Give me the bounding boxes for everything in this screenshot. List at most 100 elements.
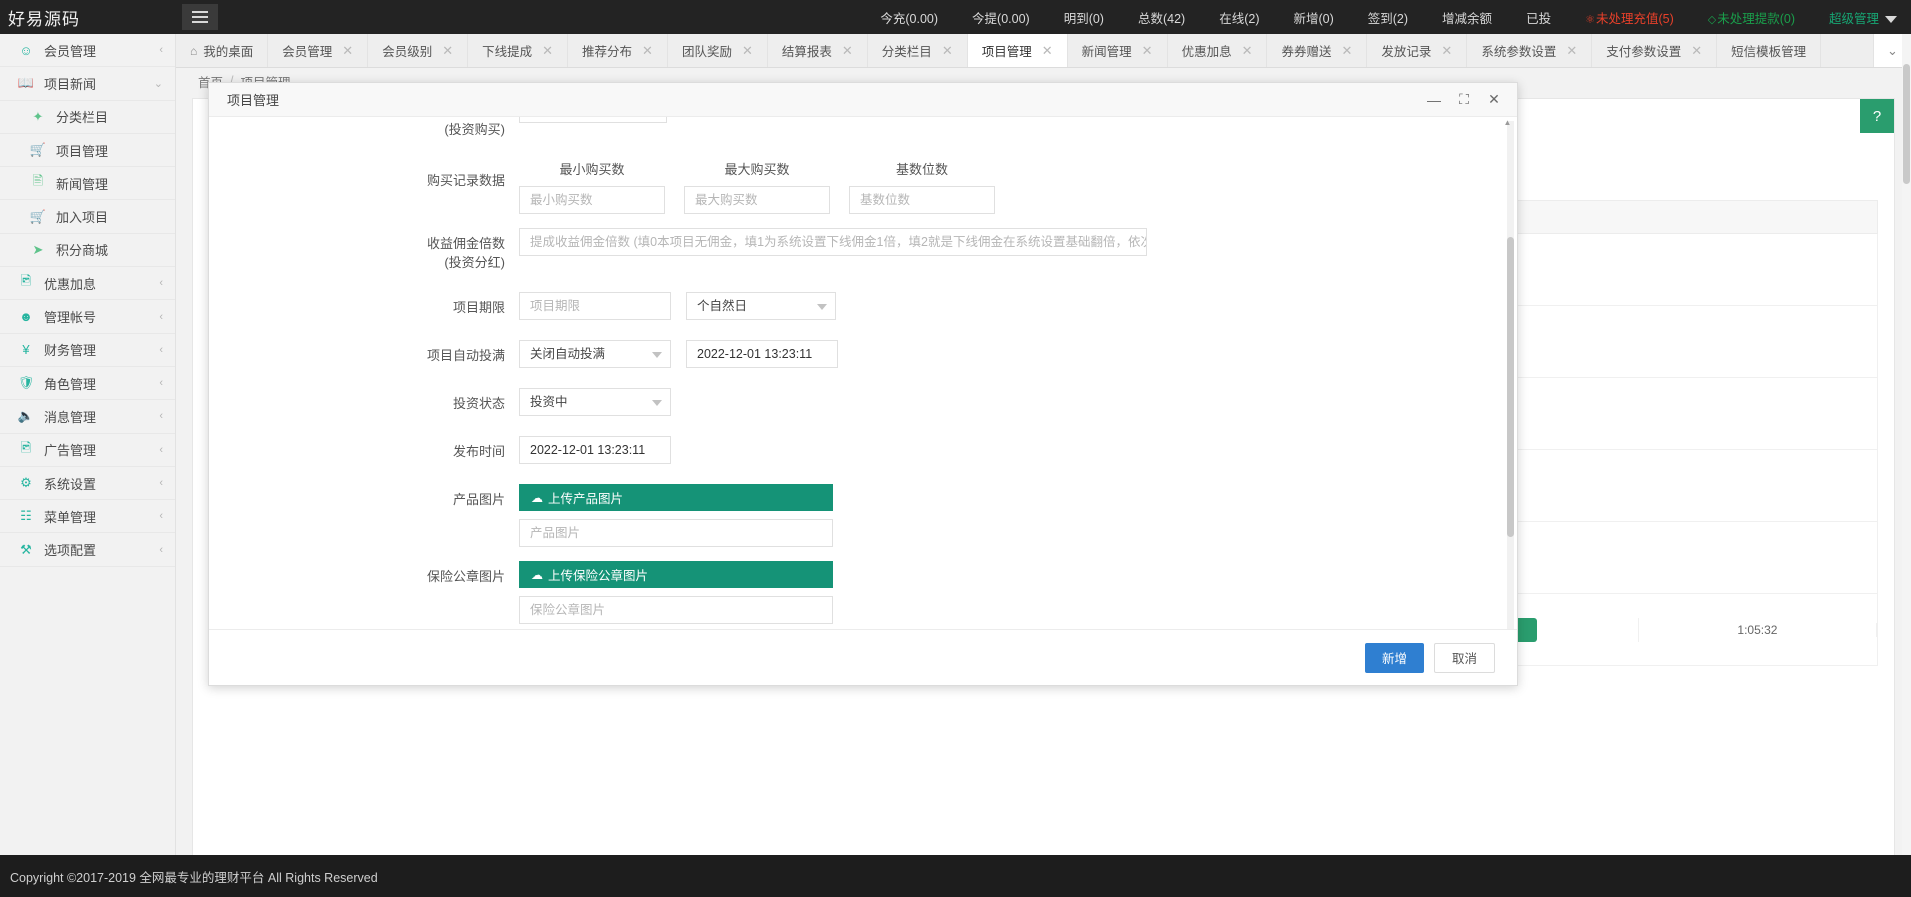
sidebar-item-role-management[interactable]: 🛡 角色管理 ‹: [0, 367, 175, 400]
cancel-button[interactable]: 取消: [1434, 643, 1495, 673]
alert-unprocessed-recharge[interactable]: ⚛未处理充值(5): [1568, 8, 1691, 27]
tab-payment-param-settings[interactable]: 支付参数设置✕: [1592, 34, 1717, 67]
book-icon: 📖: [16, 75, 36, 91]
tab-label: 推荐分布: [582, 41, 632, 60]
project-term-unit-select[interactable]: 个自然日: [686, 292, 836, 320]
close-icon[interactable]: ✕: [442, 43, 453, 59]
tab-team-reward[interactable]: 团队奖励✕: [668, 34, 768, 67]
close-icon[interactable]: ✕: [942, 43, 953, 59]
min-purchase-input[interactable]: 最小购买数: [519, 186, 665, 214]
sidebar-item-news-management[interactable]: 🖹 新闻管理: [0, 167, 175, 200]
offline-commission-label-sub: (投资购买): [209, 120, 505, 139]
sidebar-item-system-settings[interactable]: ⚙ 系统设置 ‹: [0, 467, 175, 500]
tab-label: 发放记录: [1381, 41, 1431, 60]
alert-unprocessed-withdraw[interactable]: ◇未处理提款(0): [1691, 8, 1812, 27]
sidebar-item-ad-management[interactable]: 🖻 广告管理 ‹: [0, 434, 175, 467]
stat-new[interactable]: 新增(0): [1276, 8, 1350, 27]
sidebar-item-promo-interest[interactable]: 🖻 优惠加息 ‹: [0, 267, 175, 300]
tab-member-level[interactable]: 会员级别✕: [368, 34, 468, 67]
upload-insurance-image-button[interactable]: ☁ 上传保险公章图片: [519, 561, 833, 588]
stat-invested[interactable]: 已投: [1509, 8, 1568, 27]
dialog-scrollbar-thumb[interactable]: [1507, 237, 1514, 537]
close-icon[interactable]: ✕: [642, 43, 653, 59]
commission-multiple-label: 收益佣金倍数 (投资分红): [209, 228, 519, 272]
sidebar-item-project-news[interactable]: 📖 项目新闻 ⌄: [0, 67, 175, 100]
sidebar-item-menu-management[interactable]: ☷ 菜单管理 ‹: [0, 500, 175, 533]
tab-sms-template-management[interactable]: 短信模板管理: [1717, 34, 1821, 67]
offline-commission-select[interactable]: 系统设置默认比例: [519, 117, 667, 123]
submit-button[interactable]: 新增: [1365, 643, 1424, 673]
close-icon[interactable]: ✕: [1342, 43, 1353, 59]
dialog-scrollbar[interactable]: ▲ ▼: [1507, 121, 1514, 629]
tab-member-management[interactable]: 会员管理✕: [268, 34, 368, 67]
tab-category-column[interactable]: 分类栏目✕: [868, 34, 968, 67]
stat-adjust-balance[interactable]: 增减余额: [1425, 8, 1509, 27]
auto-fill-select[interactable]: 关闭自动投满: [519, 340, 671, 368]
base-digits-input[interactable]: 基数位数: [849, 186, 995, 214]
publish-time-input[interactable]: 2022-12-01 13:23:11: [519, 436, 671, 464]
close-icon[interactable]: ✕: [1566, 43, 1577, 59]
close-icon[interactable]: ✕: [1691, 43, 1702, 59]
form-row-offline-commission: 下线提成设置 (投资购买) 系统设置默认比例: [209, 117, 1517, 139]
invest-status-select[interactable]: 投资中: [519, 388, 671, 416]
sidebar-item-join-project[interactable]: 🛒 加入项目: [0, 200, 175, 233]
auto-fill-time-input[interactable]: 2022-12-01 13:23:11: [686, 340, 838, 368]
close-icon[interactable]: ✕: [1142, 43, 1153, 59]
purchase-record-label: 购买记录数据: [209, 159, 519, 190]
tab-settlement-report[interactable]: 结算报表✕: [768, 34, 868, 67]
close-icon[interactable]: ✕: [742, 43, 753, 59]
insurance-image-input[interactable]: 保险公章图片: [519, 596, 833, 624]
close-icon[interactable]: ✕: [1042, 43, 1053, 59]
tab-my-desktop[interactable]: ⌂ 我的桌面: [176, 34, 268, 67]
sidebar-item-project-management[interactable]: 🛒 项目管理: [0, 134, 175, 167]
sidebar-item-message-management[interactable]: 🔈 消息管理 ‹: [0, 400, 175, 433]
auto-fill-label-text: 项目自动投满: [427, 348, 505, 363]
sidebar-item-option-config[interactable]: ⚒ 选项配置 ‹: [0, 533, 175, 566]
tab-system-param-settings[interactable]: 系统参数设置✕: [1467, 34, 1592, 67]
close-icon[interactable]: ✕: [842, 43, 853, 59]
tab-project-management[interactable]: 项目管理✕: [968, 34, 1068, 67]
yuan-icon: ¥: [16, 342, 36, 357]
close-icon[interactable]: ✕: [1242, 43, 1253, 59]
offline-commission-control: 系统设置默认比例: [519, 117, 667, 123]
stat-signin[interactable]: 签到(2): [1351, 8, 1425, 27]
product-image-input[interactable]: 产品图片: [519, 519, 833, 547]
stat-today-withdraw[interactable]: 今提(0.00): [955, 8, 1047, 27]
commission-multiple-input[interactable]: 提成收益佣金倍数 (填0本项目无佣金，填1为系统设置下线佣金1倍，填2就是下线佣…: [519, 228, 1147, 256]
page-scrollbar[interactable]: [1902, 34, 1911, 855]
close-icon[interactable]: ✕: [1441, 43, 1452, 59]
sidebar-item-member-management[interactable]: ☺ 会员管理 ‹: [0, 34, 175, 67]
tab-coupon-gift[interactable]: 券券赠送✕: [1267, 34, 1367, 67]
tab-offline-commission[interactable]: 下线提成✕: [468, 34, 568, 67]
admin-menu[interactable]: 超级管理: [1812, 8, 1905, 27]
sidebar-item-admin-account[interactable]: ☻ 管理帐号 ‹: [0, 300, 175, 333]
stat-tomorrow-arrive[interactable]: 明到(0): [1047, 8, 1121, 27]
chevron-down-icon: [817, 304, 827, 310]
close-icon[interactable]: ✕: [542, 43, 553, 59]
sidebar-item-category-column[interactable]: ✦ 分类栏目: [0, 101, 175, 134]
tab-issue-record[interactable]: 发放记录 ✕: [1367, 34, 1467, 67]
stat-today-recharge[interactable]: 今充(0.00): [863, 8, 955, 27]
hamburger-icon[interactable]: [182, 4, 218, 30]
upload-product-image-button[interactable]: ☁ 上传产品图片: [519, 484, 833, 511]
close-icon[interactable]: ✕: [342, 43, 353, 59]
stat-total[interactable]: 总数(42): [1121, 8, 1202, 27]
tab-news-management[interactable]: 新闻管理✕: [1068, 34, 1168, 67]
maximize-icon[interactable]: ⛶: [1449, 85, 1479, 115]
sidebar-item-points-mall[interactable]: ➤ 积分商城: [0, 234, 175, 267]
product-image-label: 产品图片: [209, 484, 519, 509]
stat-online[interactable]: 在线(2): [1202, 8, 1276, 27]
question-icon[interactable]: ?: [1860, 99, 1894, 133]
dialog-footer: 新增 取消: [209, 629, 1517, 685]
page-scrollbar-thumb[interactable]: [1903, 64, 1910, 184]
sidebar-item-finance-management[interactable]: ¥ 财务管理 ‹: [0, 334, 175, 367]
project-term-input[interactable]: 项目期限: [519, 292, 671, 320]
tab-promo-interest[interactable]: 优惠加息✕: [1168, 34, 1268, 67]
close-icon[interactable]: ✕: [1479, 85, 1509, 115]
minimize-icon[interactable]: —: [1419, 85, 1449, 115]
tab-bar: ⌂ 我的桌面 会员管理✕ 会员级别✕ 下线提成✕ 推荐分布 ✕ 团队奖励✕ 结算报…: [176, 34, 1911, 68]
scroll-up-icon[interactable]: ▲: [1503, 119, 1512, 127]
max-purchase-input[interactable]: 最大购买数: [684, 186, 830, 214]
tab-referral-distribution[interactable]: 推荐分布 ✕: [568, 34, 668, 67]
user-box-icon: ☻: [16, 309, 36, 324]
